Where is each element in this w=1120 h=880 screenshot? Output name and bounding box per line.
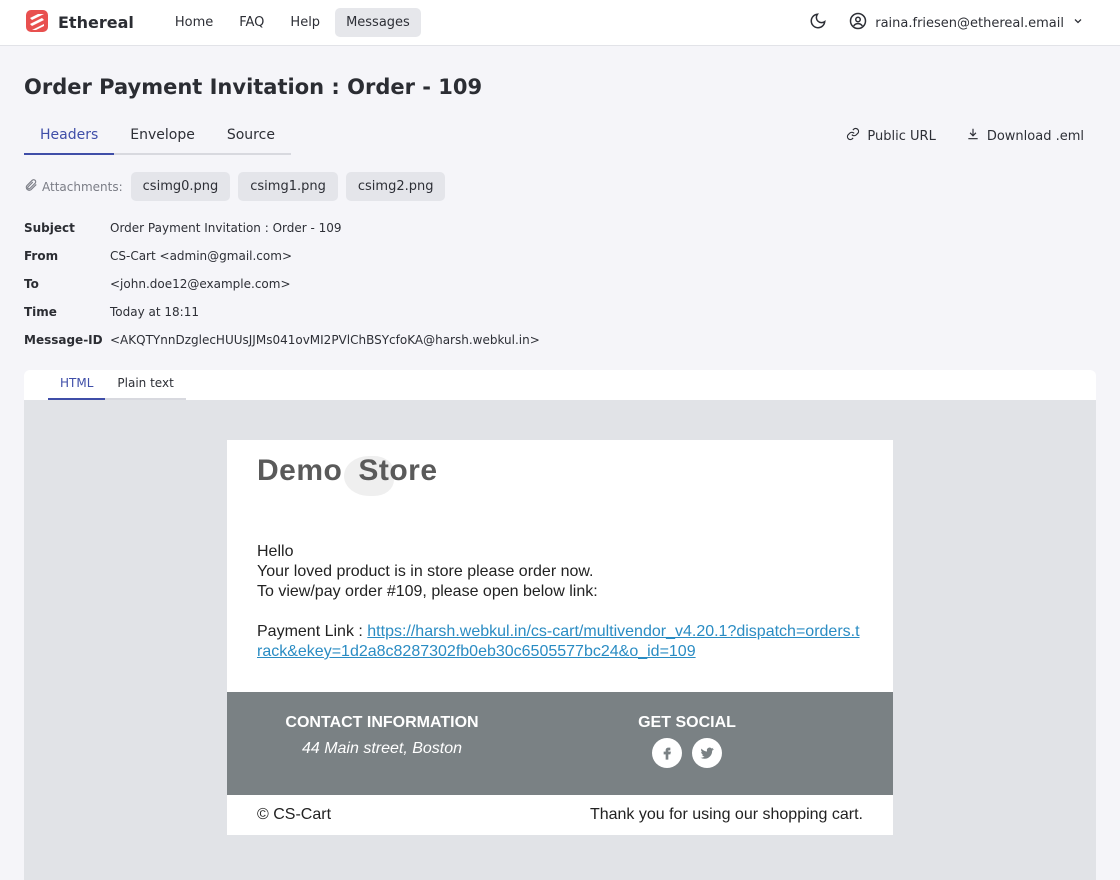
header-value: <john.doe12@example.com> <box>110 277 291 291</box>
attachments-bar: Attachments: csimg0.png csimg1.png csimg… <box>24 172 1096 201</box>
header-key: Time <box>24 305 57 319</box>
nav-faq[interactable]: FAQ <box>228 8 275 37</box>
tab-plain-text[interactable]: Plain text <box>105 370 186 400</box>
public-url-label: Public URL <box>867 128 936 144</box>
header-key: Message-ID <box>24 333 103 347</box>
chevron-down-icon <box>1072 15 1084 31</box>
copyright-text: © CS-Cart <box>257 806 332 823</box>
header-value: <AKQTYnnDzglecHUUsJJMs041ovMI2PVlChBSYcf… <box>110 333 540 347</box>
email-line: Your loved product is in store please or… <box>257 563 594 580</box>
contact-info-column: CONTACT INFORMATION 44 Main street, Bost… <box>227 692 537 795</box>
dark-mode-moon-icon[interactable] <box>809 12 827 34</box>
email-content: Demo Store Hello Your loved product is i… <box>227 440 893 835</box>
logo-word-demo: Demo <box>257 454 343 487</box>
tab-headers[interactable]: Headers <box>24 123 115 155</box>
header-key: To <box>24 277 39 291</box>
download-icon <box>966 127 980 145</box>
email-body-text: Hello Your loved product is in store ple… <box>227 532 893 692</box>
email-preview-area: Demo Store Hello Your loved product is i… <box>24 400 1096 880</box>
payment-link-label: Payment Link : <box>257 623 368 640</box>
header-row-message-id: Message-ID <AKQTYnnDzglecHUUsJJMs041ovMI… <box>24 326 1096 354</box>
message-view: Order Payment Invitation : Order - 109 H… <box>0 75 1120 880</box>
header-row-to: To <john.doe12@example.com> <box>24 270 1096 298</box>
public-url-button[interactable]: Public URL <box>846 127 936 145</box>
message-headers: Subject Order Payment Invitation : Order… <box>24 214 1096 354</box>
message-actions: Public URL Download .eml <box>846 127 1084 155</box>
message-body-panel: HTML Plain text Demo Store Hello Your lo… <box>24 370 1096 880</box>
ethereal-logo-icon <box>24 8 50 38</box>
message-tabs: Headers Envelope Source <box>24 123 291 155</box>
tab-envelope[interactable]: Envelope <box>114 123 211 153</box>
twitter-icon[interactable] <box>692 738 722 768</box>
social-title: GET SOCIAL <box>638 714 736 731</box>
thanks-text: Thank you for using our shopping cart. <box>589 806 863 823</box>
main-nav: Home FAQ Help Messages <box>164 8 421 37</box>
nav-help[interactable]: Help <box>279 8 331 37</box>
header-tools: raina.friesen@ethereal.email <box>809 0 1084 46</box>
email-line: To view/pay order #109, please open belo… <box>257 583 598 600</box>
attachment-chip[interactable]: csimg1.png <box>238 172 338 201</box>
download-eml-button[interactable]: Download .eml <box>966 127 1084 145</box>
nav-messages[interactable]: Messages <box>335 8 421 37</box>
body-view-tabs: HTML Plain text <box>24 370 1096 400</box>
user-menu[interactable]: raina.friesen@ethereal.email <box>849 12 1084 34</box>
brand[interactable]: Ethereal <box>24 8 134 38</box>
header-row-subject: Subject Order Payment Invitation : Order… <box>24 214 1096 242</box>
logo-word-store: Store <box>358 454 438 487</box>
header-key: From <box>24 249 59 263</box>
social-column: GET SOCIAL <box>607 692 767 795</box>
header-key: Subject <box>24 221 75 235</box>
contact-info-title: CONTACT INFORMATION <box>285 714 479 731</box>
payment-link-line: Payment Link : https://harsh.webkul.in/c… <box>257 622 863 662</box>
contact-address: 44 Main street, Boston <box>301 740 463 757</box>
attachment-chip[interactable]: csimg2.png <box>345 172 446 201</box>
social-links <box>607 738 767 768</box>
header-row-from: From CS-Cart <admin@gmail.com> <box>24 242 1096 270</box>
facebook-icon[interactable] <box>652 738 682 768</box>
download-eml-label: Download .eml <box>986 128 1084 144</box>
tab-source[interactable]: Source <box>211 123 291 153</box>
header-value: Order Payment Invitation : Order - 109 <box>110 221 342 235</box>
message-tabs-row: Headers Envelope Source Public URL Downl… <box>24 123 1096 155</box>
tab-html[interactable]: HTML <box>48 370 106 400</box>
attachments-label: Attachments: <box>42 179 123 194</box>
header-value: Today at 18:11 <box>110 305 199 319</box>
attachment-chip[interactable]: csimg0.png <box>130 172 231 201</box>
attachments-label-wrap: Attachments: <box>24 178 123 195</box>
brand-name: Ethereal <box>58 13 134 32</box>
top-navigation-bar: Ethereal Home FAQ Help Messages raina.fr… <box>0 0 1120 46</box>
store-logo: Demo Store <box>227 440 893 532</box>
page-title: Order Payment Invitation : Order - 109 <box>24 75 483 99</box>
nav-home[interactable]: Home <box>164 8 224 37</box>
email-greeting: Hello <box>257 543 294 560</box>
user-email: raina.friesen@ethereal.email <box>875 15 1064 31</box>
logo-word-store-wrap: Store <box>344 454 438 496</box>
header-row-time: Time Today at 18:11 <box>24 298 1096 326</box>
paperclip-icon <box>24 178 38 195</box>
email-footer-info: CONTACT INFORMATION 44 Main street, Bost… <box>227 692 893 795</box>
user-circle-icon <box>849 12 867 34</box>
header-value: CS-Cart <admin@gmail.com> <box>110 249 292 263</box>
email-footer-bottom: © CS-Cart Thank you for using our shoppi… <box>227 795 893 835</box>
link-icon <box>846 127 860 145</box>
